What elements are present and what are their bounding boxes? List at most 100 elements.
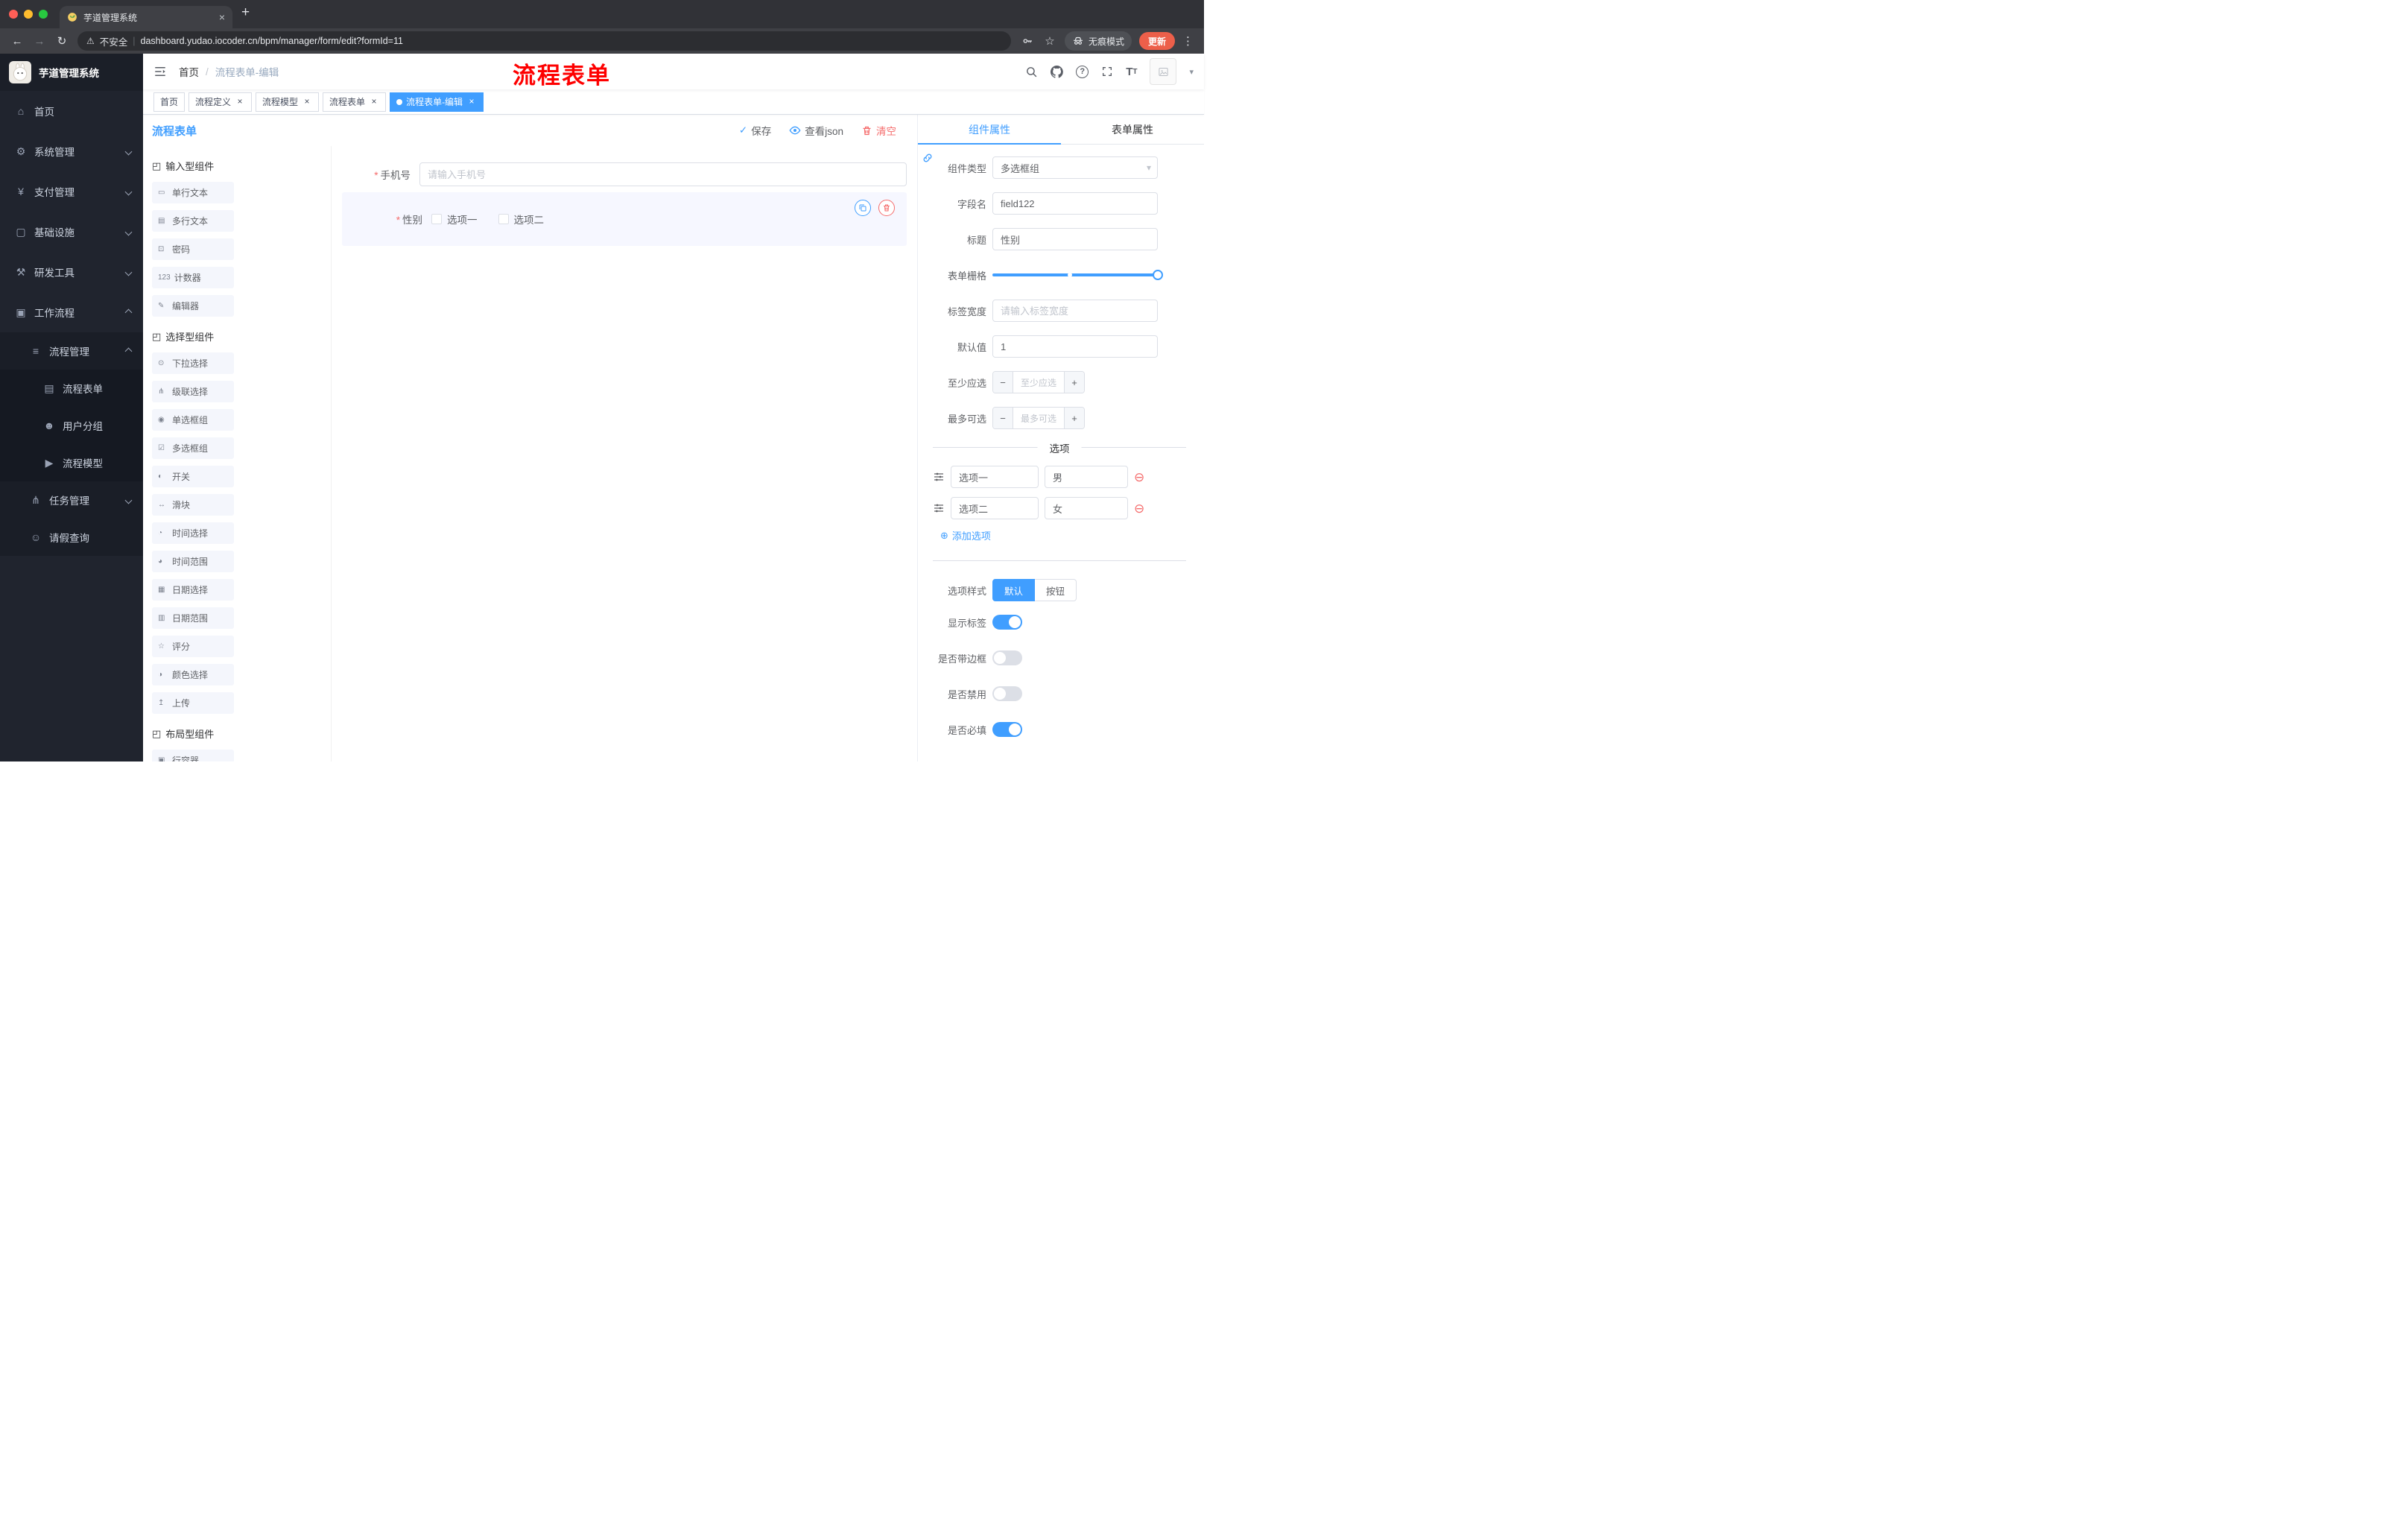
- sidebar-item-process-model[interactable]: ▶ 流程模型: [0, 444, 143, 481]
- title-input[interactable]: [992, 228, 1158, 250]
- address-bar[interactable]: ⚠ 不安全 | dashboard.yudao.iocoder.cn/bpm/m…: [77, 31, 1011, 51]
- option-style-button-button[interactable]: 按钮: [1035, 579, 1077, 601]
- search-icon[interactable]: [1025, 66, 1038, 78]
- field-name-input[interactable]: [992, 192, 1158, 215]
- option-style-default-button[interactable]: 默认: [992, 579, 1036, 601]
- sidebar-item-task-management[interactable]: ⋔ 任务管理: [0, 481, 143, 519]
- border-switch[interactable]: [992, 650, 1022, 665]
- palette-item[interactable]: ✎ 编辑器: [152, 295, 234, 317]
- min-select-input[interactable]: 至少应选: [1013, 372, 1064, 393]
- browser-update-button[interactable]: 更新: [1138, 32, 1175, 50]
- option-drag-icon[interactable]: [933, 471, 945, 483]
- tag-process-form-edit[interactable]: 流程表单-编辑 ×: [390, 92, 484, 112]
- checkbox-option[interactable]: 选项二: [498, 212, 544, 227]
- security-label[interactable]: 不安全: [100, 34, 128, 48]
- avatar-caret-icon[interactable]: ▾: [1189, 67, 1194, 77]
- sidebar-toggle-button[interactable]: [153, 65, 167, 78]
- browser-menu-icon[interactable]: ⋮: [1182, 34, 1194, 48]
- tab-component-props[interactable]: 组件属性: [918, 115, 1061, 145]
- save-button[interactable]: ✓ 保存: [739, 123, 771, 138]
- slider-handle[interactable]: [1153, 270, 1163, 280]
- decrease-button[interactable]: −: [993, 408, 1013, 428]
- fullscreen-icon[interactable]: [1101, 66, 1113, 77]
- component-type-value[interactable]: [992, 156, 1158, 179]
- option-value-input[interactable]: [1045, 466, 1128, 488]
- palette-item[interactable]: ◔ 时间选择: [152, 522, 234, 544]
- palette-item[interactable]: ⋔ 级联选择: [152, 381, 234, 402]
- add-option-button[interactable]: ⊕ 添加选项: [940, 528, 1186, 542]
- sidebar-item-payment[interactable]: ¥ 支付管理: [0, 171, 143, 212]
- sidebar-item-devtools[interactable]: ⚒ 研发工具: [0, 252, 143, 292]
- default-value-input[interactable]: [992, 335, 1158, 358]
- option-value-input[interactable]: [1045, 497, 1128, 519]
- tab-close-icon[interactable]: ×: [219, 11, 225, 23]
- tag-close-icon[interactable]: ×: [235, 96, 245, 107]
- tag-process-model[interactable]: 流程模型 ×: [256, 92, 320, 112]
- palette-item[interactable]: ☆ 评分: [152, 636, 234, 657]
- back-icon[interactable]: ←: [7, 35, 27, 48]
- sidebar-item-process-management[interactable]: ≡ 流程管理: [0, 332, 143, 370]
- tag-process-definition[interactable]: 流程定义 ×: [188, 92, 253, 112]
- palette-item[interactable]: ◕ 时间范围: [152, 551, 234, 572]
- breadcrumb-home[interactable]: 首页: [179, 64, 199, 79]
- sidebar-item-workflow[interactable]: ▣ 工作流程: [0, 292, 143, 332]
- palette-item[interactable]: ⊙ 下拉选择: [152, 352, 234, 374]
- canvas-field-phone[interactable]: 手机号: [342, 162, 907, 186]
- link-icon[interactable]: [922, 152, 934, 166]
- component-type-select[interactable]: ▾: [992, 156, 1158, 179]
- palette-item[interactable]: ◉ 单选框组: [152, 409, 234, 431]
- disabled-switch[interactable]: [992, 686, 1022, 701]
- forward-icon[interactable]: →: [30, 35, 49, 48]
- bookmark-star-icon[interactable]: ☆: [1042, 34, 1057, 48]
- window-close-button[interactable]: [9, 10, 18, 19]
- url-text[interactable]: dashboard.yudao.iocoder.cn/bpm/manager/f…: [141, 36, 403, 46]
- palette-item[interactable]: ↔ 滑块: [152, 494, 234, 516]
- sidebar-item-process-form[interactable]: ▤ 流程表单: [0, 370, 143, 407]
- palette-item[interactable]: ↥ 上传: [152, 692, 234, 714]
- tag-close-icon[interactable]: ×: [369, 96, 379, 107]
- option-drag-icon[interactable]: [933, 502, 945, 514]
- clear-button[interactable]: 清空: [861, 123, 896, 138]
- option-label-input[interactable]: [951, 466, 1039, 488]
- copy-field-button[interactable]: [855, 200, 871, 216]
- palette-item[interactable]: ▣ 行容器: [152, 750, 234, 762]
- palette-item[interactable]: ⊡ 密码: [152, 238, 234, 260]
- palette-item[interactable]: ☑ 多选框组: [152, 437, 234, 459]
- remove-option-icon[interactable]: ⊖: [1134, 471, 1144, 484]
- sidebar-item-leave-query[interactable]: ☺ 请假查询: [0, 519, 143, 556]
- font-size-icon[interactable]: TT: [1126, 66, 1137, 78]
- canvas-field-gender-selected[interactable]: 性别 选项一 选项二: [342, 192, 907, 246]
- decrease-button[interactable]: −: [993, 372, 1013, 393]
- remove-option-icon[interactable]: ⊖: [1134, 502, 1144, 515]
- avatar[interactable]: [1150, 58, 1177, 85]
- palette-item[interactable]: ▦ 日期选择: [152, 579, 234, 601]
- help-icon[interactable]: ?: [1076, 65, 1089, 78]
- label-width-input[interactable]: [992, 300, 1158, 322]
- max-select-input[interactable]: 最多可选: [1013, 408, 1064, 428]
- palette-item[interactable]: ▤ 多行文本: [152, 210, 234, 232]
- checkbox-option[interactable]: 选项一: [431, 212, 478, 227]
- tag-close-icon[interactable]: ×: [302, 96, 312, 107]
- palette-item[interactable]: ◐ 开关: [152, 466, 234, 487]
- sidebar-item-system[interactable]: ⚙ 系统管理: [0, 131, 143, 171]
- password-key-icon[interactable]: [1020, 35, 1035, 47]
- tag-close-icon[interactable]: ×: [466, 96, 477, 107]
- window-minimize-button[interactable]: [24, 10, 33, 19]
- browser-tab[interactable]: 芋道管理系统 ×: [60, 6, 232, 28]
- required-switch[interactable]: [992, 722, 1022, 737]
- increase-button[interactable]: +: [1064, 372, 1084, 393]
- tag-process-form[interactable]: 流程表单 ×: [323, 92, 387, 112]
- palette-item[interactable]: 123 计数器: [152, 267, 234, 288]
- palette-item[interactable]: ▥ 日期范围: [152, 607, 234, 629]
- github-icon[interactable]: [1051, 65, 1063, 78]
- tab-form-props[interactable]: 表单属性: [1061, 115, 1204, 144]
- form-grid-slider[interactable]: [992, 270, 1163, 280]
- sidebar-item-home[interactable]: ⌂ 首页: [0, 91, 143, 131]
- sidebar-item-infrastructure[interactable]: ▢ 基础设施: [0, 212, 143, 252]
- sidebar-item-user-group[interactable]: ☻ 用户分组: [0, 407, 143, 444]
- new-tab-button[interactable]: +: [241, 0, 250, 28]
- palette-item[interactable]: ◑ 颜色选择: [152, 664, 234, 685]
- phone-input[interactable]: [419, 162, 907, 186]
- reload-icon[interactable]: ↻: [52, 34, 72, 48]
- incognito-badge[interactable]: 无痕模式: [1064, 31, 1132, 51]
